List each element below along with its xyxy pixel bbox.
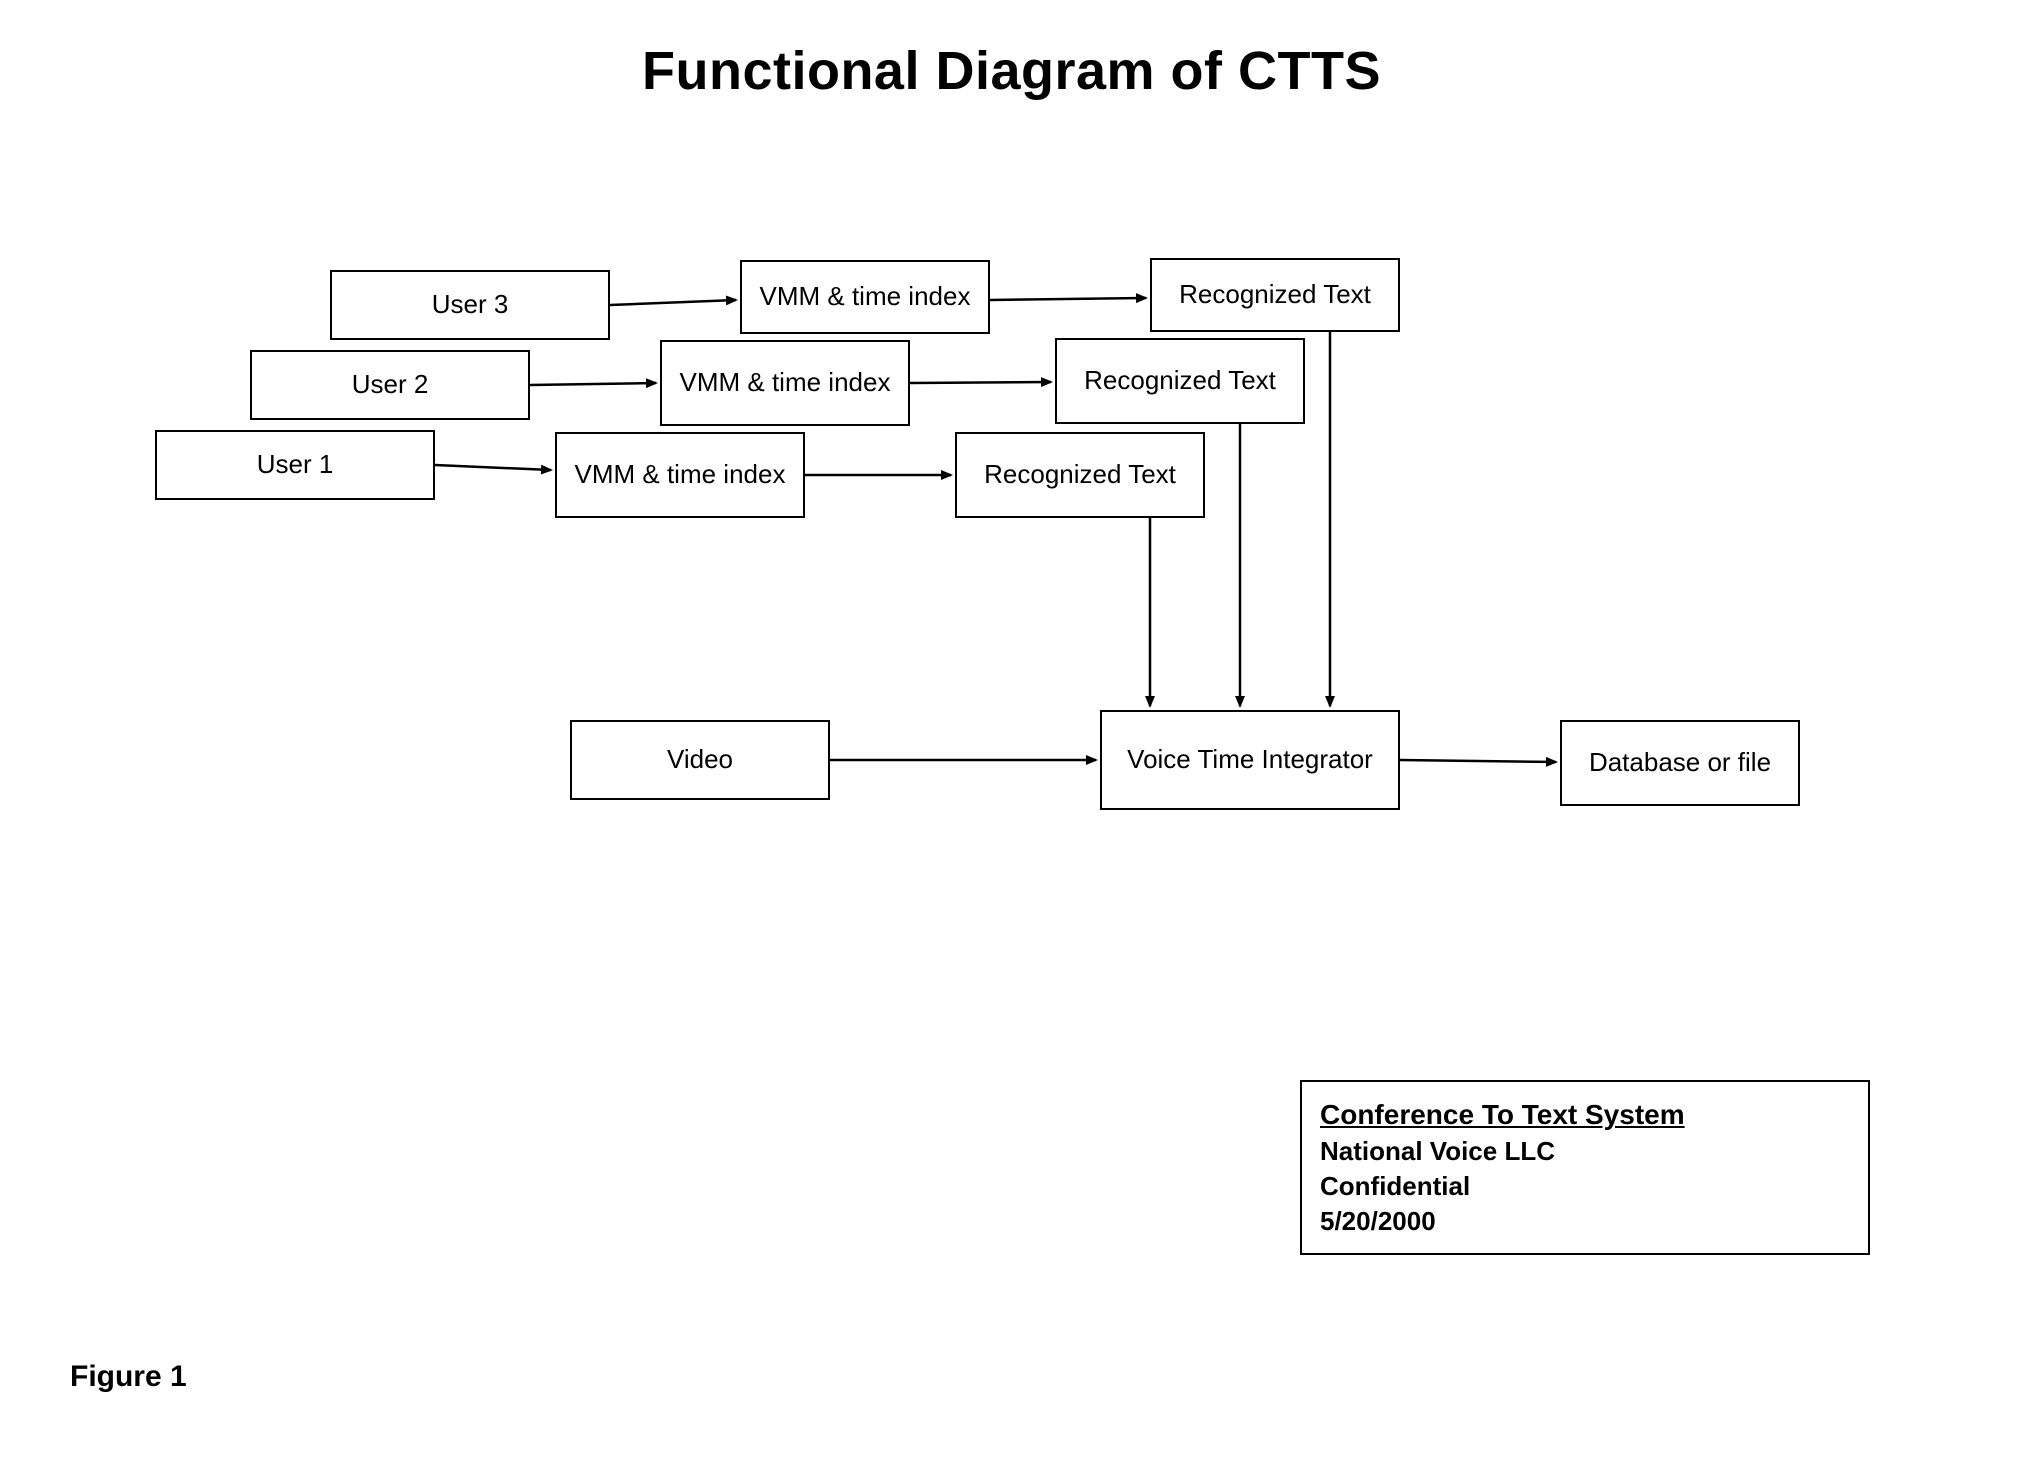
node-voice-time-integrator: Voice Time Integrator — [1100, 710, 1400, 810]
node-vmm2: VMM & time index — [660, 340, 910, 426]
figure-label: Figure 1 — [70, 1360, 187, 1394]
node-rec1: Recognized Text — [955, 432, 1205, 518]
node-database: Database or file — [1560, 720, 1800, 806]
node-user3: User 3 — [330, 270, 610, 340]
legend-confidential: Confidential — [1320, 1169, 1850, 1204]
legend-box: Conference To Text System National Voice… — [1300, 1080, 1870, 1255]
page-root: Functional Diagram of CTTS User 3 VMM & … — [0, 0, 2023, 1480]
node-rec3: Recognized Text — [1150, 258, 1400, 332]
node-rec2: Recognized Text — [1055, 338, 1305, 424]
node-vmm3: VMM & time index — [740, 260, 990, 334]
legend-title: Conference To Text System — [1320, 1096, 1850, 1134]
node-user1: User 1 — [155, 430, 435, 500]
node-user2: User 2 — [250, 350, 530, 420]
legend-org: National Voice LLC — [1320, 1134, 1850, 1169]
node-vmm1: VMM & time index — [555, 432, 805, 518]
diagram-title: Functional Diagram of CTTS — [0, 40, 2023, 102]
legend-date: 5/20/2000 — [1320, 1204, 1850, 1239]
node-video: Video — [570, 720, 830, 800]
